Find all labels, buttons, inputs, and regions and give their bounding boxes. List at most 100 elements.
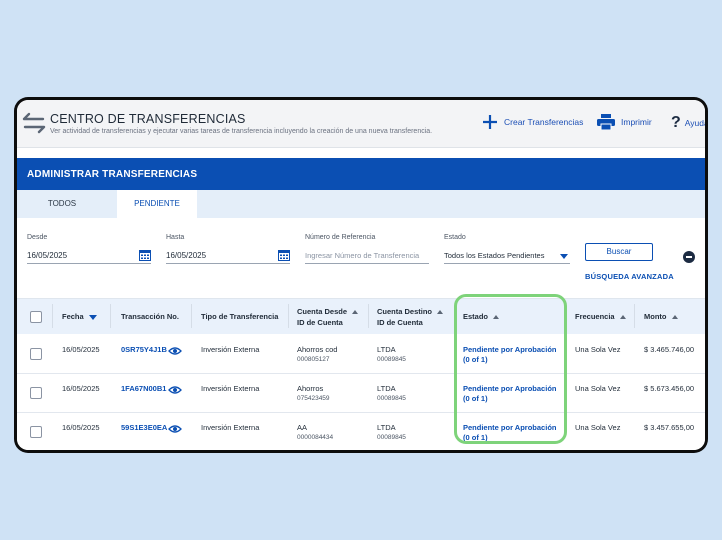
plus-icon <box>483 115 497 129</box>
transaction-link[interactable]: 59S1E3E0EA <box>121 423 167 433</box>
referencia-input[interactable]: Ingresar Número de Transferencia <box>305 248 429 264</box>
column-divider <box>110 304 111 328</box>
col-monto[interactable]: Monto <box>644 312 678 321</box>
page-subtitle: Ver actividad de transferencias y ejecut… <box>50 128 433 135</box>
print-label: Imprimir <box>621 117 652 127</box>
cell-cuenta-desde: AA 0000084434 <box>297 423 333 443</box>
estado-select[interactable]: Todos los Estados Pendientes <box>444 248 570 264</box>
eye-icon[interactable] <box>168 424 182 434</box>
print-button[interactable]: Imprimir <box>597 114 652 130</box>
table-row[interactable]: 16/05/2025 59S1E3E0EA Inversión Externa … <box>17 413 705 450</box>
col-cuenta-destino-sub: ID de Cuenta <box>377 318 423 327</box>
help-button[interactable]: ? Ayuda <box>671 114 705 132</box>
select-all-checkbox[interactable] <box>30 311 42 323</box>
column-divider <box>634 304 635 328</box>
table-row[interactable]: 16/05/2025 1FA67N00B1 Inversión Externa … <box>17 374 705 413</box>
advanced-search-link[interactable]: BÚSQUEDA AVANZADA <box>585 272 674 281</box>
column-divider <box>52 304 53 328</box>
page-title: CENTRO DE TRANSFERENCIAS <box>50 112 246 126</box>
cuenta-desde-id: 075423459 <box>297 395 330 402</box>
cuenta-desde-id: 000805127 <box>297 356 330 363</box>
chevron-down-icon <box>560 254 568 259</box>
top-header: CENTRO DE TRANSFERENCIAS Ver actividad d… <box>17 100 705 148</box>
col-cuenta-desde-label: Cuenta Desde <box>297 307 348 316</box>
calendar-icon[interactable] <box>278 249 290 261</box>
collapse-minus-icon[interactable] <box>683 251 695 263</box>
cell-monto: $ 3.465.746,00 <box>644 345 695 354</box>
cell-tipo: Inversión Externa <box>201 384 260 393</box>
cuenta-desde-id: 0000084434 <box>297 434 334 441</box>
cuenta-desde-nombre: AA <box>297 423 308 432</box>
device-frame: CENTRO DE TRANSFERENCIAS Ver actividad d… <box>14 97 708 453</box>
cell-fecha: 16/05/2025 <box>62 345 100 354</box>
column-divider <box>368 304 369 328</box>
cuenta-destino-id: 00089845 <box>377 356 406 363</box>
sort-desc-icon <box>88 314 97 320</box>
eye-icon[interactable] <box>168 385 182 395</box>
col-cuenta-desde-sub: ID de Cuenta <box>297 318 343 327</box>
column-divider <box>191 304 192 328</box>
hasta-date-value: 16/05/2025 <box>166 251 207 260</box>
cell-tipo: Inversión Externa <box>201 423 260 432</box>
row-checkbox[interactable] <box>30 348 42 360</box>
row-checkbox[interactable] <box>30 426 42 438</box>
col-frecuencia-label: Frecuencia <box>575 312 615 321</box>
cuenta-destino-nombre: LTDA <box>377 345 396 354</box>
referencia-label: Número de Referencia <box>305 234 376 241</box>
tab-todos[interactable]: TODOS <box>17 190 107 218</box>
cuenta-desde-nombre: Ahorros cod <box>297 345 338 354</box>
cell-cuenta-destino: LTDA 00089845 <box>377 345 406 365</box>
cuenta-destino-nombre: LTDA <box>377 423 396 432</box>
transaction-link[interactable]: 1FA67N00B1 <box>121 384 166 394</box>
table-row[interactable]: 16/05/2025 0SR75Y4J1B Inversión Externa … <box>17 335 705 374</box>
transaction-link[interactable]: 0SR75Y4J1B <box>121 345 167 355</box>
cuenta-destino-nombre: LTDA <box>377 384 396 393</box>
tab-bar: TODOS PENDIENTE <box>17 190 705 218</box>
transfer-swap-icon <box>22 112 46 134</box>
col-fecha-label: Fecha <box>62 312 84 321</box>
eye-icon[interactable] <box>168 346 182 356</box>
col-frecuencia[interactable]: Frecuencia <box>575 312 626 321</box>
app-screen: CENTRO DE TRANSFERENCIAS Ver actividad d… <box>17 100 705 450</box>
sort-asc-icon <box>352 310 359 315</box>
estado-label: Estado <box>444 234 466 241</box>
col-cuenta-destino[interactable]: Cuenta Destino ID de Cuenta <box>377 307 444 327</box>
search-button[interactable]: Buscar <box>585 243 653 261</box>
col-transaccion: Transacción No. <box>121 312 179 321</box>
cuenta-destino-id: 00089845 <box>377 434 406 441</box>
referencia-placeholder: Ingresar Número de Transferencia <box>305 251 420 260</box>
cell-fecha: 16/05/2025 <box>62 384 100 393</box>
cell-frecuencia: Una Sola Vez <box>575 423 621 432</box>
estado-column-highlight <box>454 294 567 444</box>
hasta-label: Hasta <box>166 234 185 241</box>
sort-asc-icon <box>671 315 678 320</box>
help-label: Ayuda <box>684 118 705 128</box>
cell-cuenta-desde: Ahorros 075423459 <box>297 384 330 404</box>
calendar-icon[interactable] <box>139 249 151 261</box>
col-monto-label: Monto <box>644 312 667 321</box>
hasta-date-field[interactable]: 16/05/2025 <box>166 248 290 264</box>
cell-fecha: 16/05/2025 <box>62 423 100 432</box>
cell-monto: $ 3.457.655,00 <box>644 423 695 432</box>
desde-label: Desde <box>27 234 48 241</box>
cell-monto: $ 5.673.456,00 <box>644 384 695 393</box>
table-header: Fecha Transacción No. Tipo de Transferen… <box>17 298 705 334</box>
desde-date-value: 16/05/2025 <box>27 251 68 260</box>
sort-asc-icon <box>437 310 444 315</box>
create-transfer-label: Crear Transferencias <box>504 117 584 127</box>
sort-asc-icon <box>619 315 626 320</box>
cell-cuenta-destino: LTDA 00089845 <box>377 384 406 404</box>
cell-frecuencia: Una Sola Vez <box>575 384 621 393</box>
section-title: ADMINISTRAR TRANSFERENCIAS <box>17 158 705 190</box>
create-transfer-button[interactable]: Crear Transferencias <box>482 114 583 130</box>
col-cuenta-desde[interactable]: Cuenta Desde ID de Cuenta <box>297 307 359 327</box>
col-cuenta-destino-label: Cuenta Destino <box>377 307 433 316</box>
col-fecha[interactable]: Fecha <box>62 312 97 321</box>
question-mark-icon: ? <box>671 114 681 131</box>
desde-date-field[interactable]: 16/05/2025 <box>27 248 151 264</box>
cell-cuenta-destino: LTDA 00089845 <box>377 423 406 443</box>
cell-tipo: Inversión Externa <box>201 345 260 354</box>
cuenta-destino-id: 00089845 <box>377 395 406 402</box>
row-checkbox[interactable] <box>30 387 42 399</box>
tab-pendiente[interactable]: PENDIENTE <box>117 190 197 218</box>
